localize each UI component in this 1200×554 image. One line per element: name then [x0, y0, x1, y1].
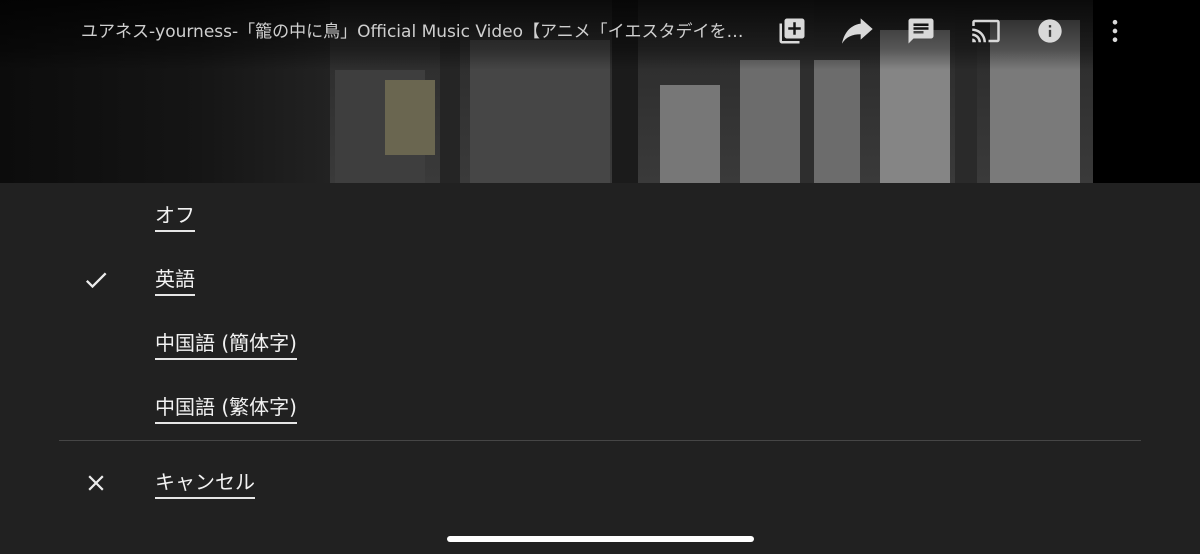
checkmark-icon [81, 265, 111, 295]
cast-button[interactable] [969, 14, 1003, 48]
caption-option-label: 中国語 (簡体字) [155, 329, 297, 360]
caption-option-off[interactable]: オフ [0, 187, 1200, 243]
cast-icon [970, 16, 1002, 46]
share-button[interactable] [842, 14, 874, 48]
video-scene-window [660, 85, 720, 183]
close-icon [81, 468, 111, 498]
captions-icon [906, 16, 936, 46]
caption-option-label: 英語 [155, 265, 195, 296]
info-icon [1036, 17, 1064, 45]
captions-button[interactable] [905, 14, 937, 48]
share-icon [842, 17, 874, 45]
video-title: ユアネス-yourness-「籠の中に鳥」Official Music Vide… [81, 22, 751, 42]
caption-option-chinese-traditional[interactable]: 中国語 (繁体字) [0, 379, 1200, 435]
video-player-screen: ユアネス-yourness-「籠の中に鳥」Official Music Vide… [0, 0, 1200, 554]
info-button[interactable] [1034, 14, 1066, 48]
caption-option-english[interactable]: 英語 [0, 251, 1200, 307]
add-to-playlist-icon [777, 16, 807, 46]
cancel-label: キャンセル [155, 468, 255, 499]
more-options-button[interactable] [1099, 14, 1131, 48]
home-indicator[interactable] [447, 536, 754, 542]
add-to-playlist-button[interactable] [776, 14, 808, 48]
caption-option-label: オフ [155, 201, 195, 232]
captions-bottom-sheet: オフ 英語 中国語 (簡体字) 中国語 (繁体字) キャンセル [0, 183, 1200, 554]
caption-option-label: 中国語 (繁体字) [155, 393, 297, 424]
video-scene-sign [385, 80, 435, 155]
menu-divider [59, 440, 1141, 441]
caption-option-chinese-simplified[interactable]: 中国語 (簡体字) [0, 315, 1200, 371]
video-player[interactable]: ユアネス-yourness-「籠の中に鳥」Official Music Vide… [0, 0, 1200, 183]
more-options-icon [1101, 17, 1129, 45]
cancel-button[interactable]: キャンセル [0, 454, 1200, 510]
